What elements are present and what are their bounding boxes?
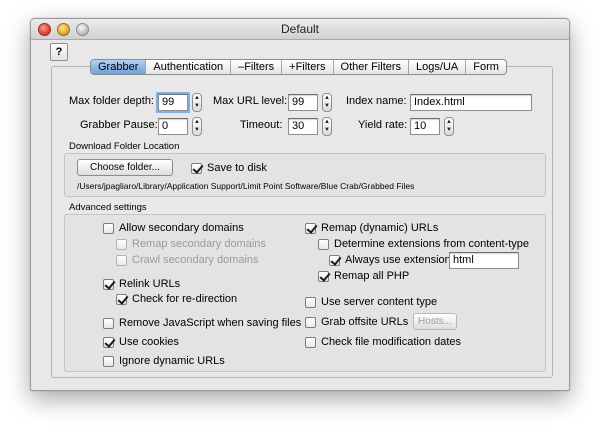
remap-secondary-domains-label: Remap secondary domains — [132, 238, 266, 250]
hosts-button[interactable]: Hosts... — [413, 313, 457, 330]
download-path: /Users/jpagliaro/Library/Application Sup… — [77, 181, 415, 191]
timeout-field[interactable]: 30 — [288, 118, 318, 135]
always-use-extension-label: Always use extension: — [345, 254, 454, 266]
allow-secondary-domains-checkbox[interactable]: Allow secondary domains — [103, 222, 244, 234]
grab-offsite-urls-box[interactable] — [305, 316, 316, 328]
remove-javascript-checkbox[interactable]: Remove JavaScript when saving files — [103, 317, 301, 329]
use-server-content-type-label: Use server content type — [321, 296, 438, 308]
tab-plus-filters[interactable]: +Filters — [282, 60, 334, 74]
determine-extensions-box[interactable] — [318, 238, 329, 250]
grab-offsite-urls-label: Grab offsite URLs — [321, 316, 409, 328]
grab-offsite-urls-checkbox[interactable]: Grab offsite URLs — [305, 316, 408, 328]
remap-all-php-box[interactable] — [318, 270, 329, 282]
help-button[interactable]: ? — [50, 43, 68, 61]
always-use-extension-checkbox[interactable]: Always use extension: — [329, 254, 454, 266]
download-folder-group: Choose folder... Save to disk /Users/jpa… — [64, 153, 546, 197]
use-server-content-type-checkbox[interactable]: Use server content type — [305, 296, 437, 308]
relink-urls-checkbox[interactable]: Relink URLs — [103, 278, 180, 290]
check-modification-dates-box[interactable] — [305, 336, 316, 348]
tab-grabber[interactable]: Grabber — [91, 60, 147, 74]
allow-secondary-domains-label: Allow secondary domains — [119, 222, 244, 234]
remap-dynamic-urls-box[interactable] — [305, 222, 316, 234]
check-redirection-label: Check for re-direction — [132, 293, 238, 305]
remap-all-php-label: Remap all PHP — [334, 270, 410, 282]
window-title: Default — [280, 22, 320, 36]
determine-extensions-label: Determine extensions from content-type — [334, 238, 530, 250]
download-folder-title: Download Folder Location — [69, 141, 180, 152]
ignore-dynamic-urls-checkbox[interactable]: Ignore dynamic URLs — [103, 355, 225, 367]
crawl-secondary-domains-label: Crawl secondary domains — [132, 254, 259, 266]
remap-dynamic-urls-checkbox[interactable]: Remap (dynamic) URLs — [305, 222, 438, 234]
allow-secondary-domains-box[interactable] — [103, 222, 114, 234]
yield-rate-label: Yield rate: — [358, 119, 408, 131]
grabber-pause-label: Grabber Pause: — [80, 119, 158, 131]
remap-all-php-checkbox[interactable]: Remap all PHP — [318, 270, 409, 282]
remap-dynamic-urls-label: Remap (dynamic) URLs — [321, 222, 439, 234]
max-url-level-stepper[interactable]: ▲ ▼ — [322, 93, 332, 112]
grabber-pause-stepper[interactable]: ▲ ▼ — [192, 117, 202, 136]
use-cookies-label: Use cookies — [119, 336, 179, 348]
tab-form[interactable]: Form — [466, 60, 506, 74]
tab-minus-filters[interactable]: –Filters — [231, 60, 283, 74]
index-name-label: Index name: — [346, 95, 407, 107]
save-to-disk-label: Save to disk — [207, 162, 267, 174]
max-url-level-label: Max URL level: — [213, 95, 288, 107]
tab-content-panel: Max folder depth: 99 ▲ ▼ Max URL level: 9… — [51, 66, 553, 378]
use-server-content-type-box[interactable] — [305, 296, 316, 308]
max-folder-depth-label: Max folder depth: — [69, 95, 154, 107]
remove-javascript-box[interactable] — [103, 317, 114, 329]
crawl-secondary-domains-box[interactable] — [116, 254, 127, 266]
preferences-window: Default ? Max folder depth: 99 ▲ ▼ Max UR… — [30, 18, 570, 391]
relink-urls-box[interactable] — [103, 278, 114, 290]
ignore-dynamic-urls-label: Ignore dynamic URLs — [119, 355, 225, 367]
save-to-disk-box[interactable] — [191, 162, 202, 174]
close-window-button[interactable] — [38, 23, 51, 36]
use-cookies-checkbox[interactable]: Use cookies — [103, 336, 179, 348]
check-redirection-checkbox[interactable]: Check for re-direction — [116, 293, 237, 305]
timeout-label: Timeout: — [240, 119, 283, 131]
tab-bar: Grabber Authentication –Filters +Filters… — [90, 59, 507, 75]
remap-secondary-domains-box[interactable] — [116, 238, 127, 250]
advanced-settings-title: Advanced settings — [69, 202, 147, 213]
use-cookies-box[interactable] — [103, 336, 114, 348]
always-use-extension-box[interactable] — [329, 254, 340, 266]
zoom-window-button[interactable] — [76, 23, 89, 36]
yield-rate-field[interactable]: 10 — [410, 118, 440, 135]
choose-folder-button[interactable]: Choose folder... — [77, 159, 173, 176]
yield-rate-stepper[interactable]: ▲ ▼ — [444, 117, 454, 136]
max-folder-depth-stepper[interactable]: ▲ ▼ — [192, 93, 202, 112]
index-name-field[interactable]: Index.html — [410, 94, 532, 111]
max-folder-depth-field[interactable]: 99 — [158, 94, 188, 111]
check-modification-dates-label: Check file modification dates — [321, 336, 462, 348]
extension-field[interactable]: html — [449, 252, 519, 269]
tab-other-filters[interactable]: Other Filters — [334, 60, 410, 74]
check-redirection-box[interactable] — [116, 293, 127, 305]
save-to-disk-checkbox[interactable]: Save to disk — [191, 162, 267, 174]
relink-urls-label: Relink URLs — [119, 278, 181, 290]
ignore-dynamic-urls-box[interactable] — [103, 355, 114, 367]
title-bar: Default — [31, 19, 569, 40]
max-url-level-field[interactable]: 99 — [288, 94, 318, 111]
advanced-settings-group: Allow secondary domains Remap secondary … — [64, 214, 546, 372]
grabber-pause-field[interactable]: 0 — [158, 118, 188, 135]
tab-authentication[interactable]: Authentication — [146, 60, 232, 74]
crawl-secondary-domains-checkbox[interactable]: Crawl secondary domains — [116, 254, 259, 266]
remap-secondary-domains-checkbox[interactable]: Remap secondary domains — [116, 238, 266, 250]
minimize-window-button[interactable] — [57, 23, 70, 36]
determine-extensions-checkbox[interactable]: Determine extensions from content-type — [318, 238, 529, 250]
timeout-stepper[interactable]: ▲ ▼ — [322, 117, 332, 136]
remove-javascript-label: Remove JavaScript when saving files — [119, 317, 302, 329]
check-modification-dates-checkbox[interactable]: Check file modification dates — [305, 336, 461, 348]
tab-logs-ua[interactable]: Logs/UA — [409, 60, 467, 74]
